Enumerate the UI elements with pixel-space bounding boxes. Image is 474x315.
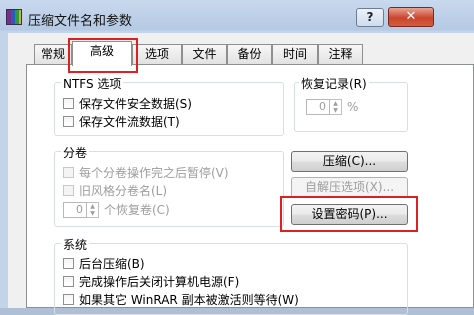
dialog-window: 压缩文件名和参数 ? ✕ 常规 高级 选项 文件 备份 时间 注释 NTFS 选… — [0, 0, 474, 315]
close-button[interactable]: ✕ — [388, 7, 434, 27]
ntfs-group-label: NTFS 选项 — [61, 75, 124, 92]
old-style-volume-names-label: 旧风格分卷名(L) — [79, 184, 168, 198]
compression-button[interactable]: 压缩(C)... — [291, 151, 408, 172]
background-compression-checkbox[interactable]: 后台压缩(B) — [63, 255, 145, 272]
tab-comment[interactable]: 注释 — [318, 44, 363, 64]
shutdown-after-checkbox[interactable]: 完成操作后关闭计算机电源(F) — [63, 273, 239, 290]
old-style-volume-names-checkbox[interactable]: 旧风格分卷名(L) — [63, 182, 167, 199]
save-streams-checkbox[interactable]: 保存文件流数据(T) — [63, 113, 180, 130]
wait-other-copies-checkbox[interactable]: 如果其它 WinRAR 副本被激活则等待(W) — [63, 291, 299, 308]
recovery-record-spinner[interactable]: 0 ▲ ▼ % — [306, 99, 358, 115]
set-password-highlight — [280, 196, 418, 232]
tab-backup[interactable]: 备份 — [227, 44, 272, 64]
recovery-record-label: 恢复记录(R) — [299, 75, 369, 92]
advanced-tab-highlight — [68, 38, 138, 73]
shutdown-after-label: 完成操作后关闭计算机电源(F) — [79, 275, 240, 289]
background-compression-label: 后台压缩(B) — [79, 257, 145, 271]
recovery-volumes-label: 个恢复卷(C) — [104, 203, 170, 217]
recovery-volumes-value[interactable]: 0 — [63, 201, 87, 218]
checkbox-box[interactable] — [63, 116, 74, 127]
pause-each-volume-checkbox[interactable]: 每个分卷操作完之后暂停(V) — [63, 164, 229, 181]
spinner-arrows[interactable]: ▲ ▼ — [330, 99, 342, 115]
help-button[interactable]: ? — [356, 8, 384, 27]
checkbox-box[interactable] — [63, 167, 74, 178]
pause-each-volume-label: 每个分卷操作完之后暂停(V) — [79, 166, 229, 180]
volumes-group-label: 分卷 — [61, 144, 90, 161]
checkbox-box[interactable] — [63, 185, 74, 196]
window-title: 压缩文件名和参数 — [28, 14, 133, 29]
recovery-unit: % — [347, 100, 359, 114]
tab-content-panel: NTFS 选项 保存文件安全数据(S) 保存文件流数据(T) 恢复记录(R) 0… — [26, 64, 474, 315]
recovery-record-value[interactable]: 0 — [306, 99, 330, 115]
save-streams-label: 保存文件流数据(T) — [79, 115, 180, 129]
tab-general[interactable]: 常规 — [34, 44, 72, 64]
tab-options[interactable]: 选项 — [132, 44, 182, 64]
winrar-app-icon — [6, 9, 22, 25]
save-security-label: 保存文件安全数据(S) — [79, 97, 192, 111]
system-group-label: 系统 — [61, 236, 90, 253]
tab-time[interactable]: 时间 — [272, 44, 318, 64]
wait-other-copies-label: 如果其它 WinRAR 副本被激活则等待(W) — [79, 293, 299, 307]
recovery-volumes-spinner[interactable]: 0 ▲ ▼ 个恢复卷(C) — [63, 201, 170, 218]
tab-files[interactable]: 文件 — [182, 44, 227, 64]
checkbox-box[interactable] — [63, 276, 74, 287]
spinner-arrows[interactable]: ▲ ▼ — [87, 201, 99, 218]
checkbox-box[interactable] — [63, 258, 74, 269]
checkbox-box[interactable] — [63, 98, 74, 109]
sfx-options-button[interactable]: 自解压选项(X)... — [291, 177, 408, 198]
title-bar[interactable]: 压缩文件名和参数 ? ✕ — [0, 0, 474, 34]
checkbox-box[interactable] — [63, 294, 74, 305]
save-security-checkbox[interactable]: 保存文件安全数据(S) — [63, 95, 192, 112]
